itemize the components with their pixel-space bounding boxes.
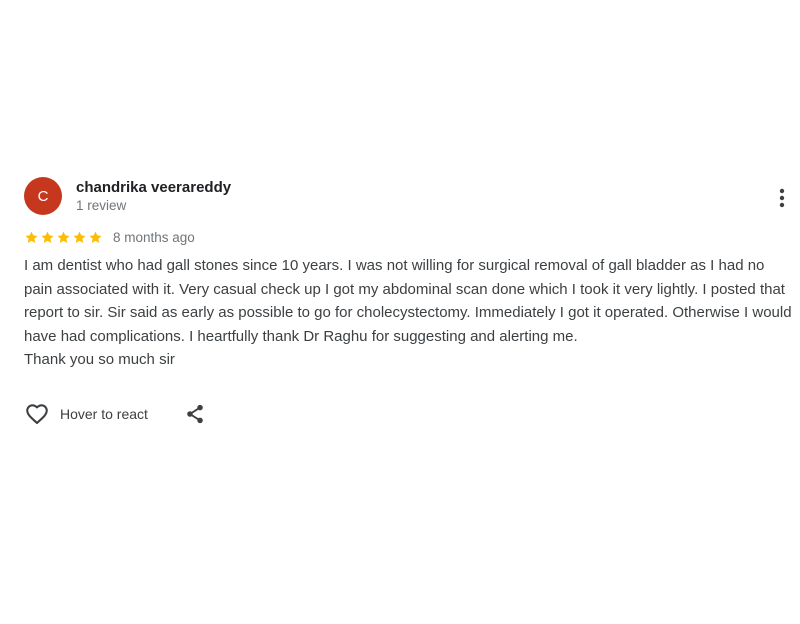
action-row: Hover to react xyxy=(24,400,794,428)
review-card: C chandrika veerareddy 1 review 8 months… xyxy=(24,176,794,428)
rating-row: 8 months ago xyxy=(24,228,794,246)
star-icon xyxy=(41,231,54,243)
star-icon xyxy=(89,231,102,243)
avatar[interactable]: C xyxy=(24,177,62,215)
review-count: 1 review xyxy=(76,197,127,213)
react-label: Hover to react xyxy=(60,405,148,422)
review-text: I am dentist who had gall stones since 1… xyxy=(24,257,792,368)
reviewer-name[interactable]: chandrika veerareddy xyxy=(76,178,231,197)
more-options-button[interactable] xyxy=(770,184,794,212)
reviewer-meta: chandrika veerareddy 1 review xyxy=(76,178,231,215)
star-icon xyxy=(57,231,70,243)
review-date: 8 months ago xyxy=(113,229,195,245)
more-vert-icon xyxy=(779,188,785,208)
star-rating xyxy=(24,230,103,245)
star-icon xyxy=(25,231,38,243)
avatar-letter: C xyxy=(37,187,49,205)
share-icon xyxy=(187,404,203,423)
star-icon xyxy=(73,231,86,243)
react-button[interactable]: Hover to react xyxy=(24,401,148,427)
heart-outline-icon xyxy=(26,403,48,424)
share-button[interactable] xyxy=(182,401,208,427)
reviewer-row: C chandrika veerareddy 1 review xyxy=(24,176,794,216)
